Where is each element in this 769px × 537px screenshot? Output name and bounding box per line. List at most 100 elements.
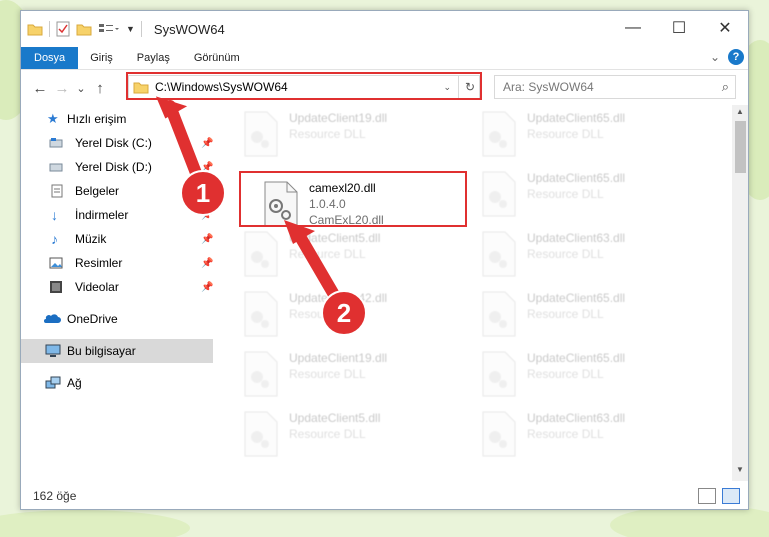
dll-file-icon	[244, 111, 278, 157]
sidebar-item-music[interactable]: ♪ Müzik 📌	[21, 227, 213, 251]
list-item[interactable]: UpdateClient63.dll Resource DLL	[479, 227, 699, 283]
file-name: UpdateClient63.dll	[527, 411, 626, 425]
network-icon	[45, 376, 61, 389]
title-bar: ▼ SysWOW64 — ☐ ✕	[21, 11, 748, 47]
pin-icon: 📌	[201, 185, 214, 197]
dll-file-icon	[482, 111, 516, 157]
drive-icon	[49, 138, 63, 148]
tab-view[interactable]: Görünüm	[182, 47, 252, 69]
star-icon: ★	[47, 111, 59, 126]
file-list: UpdateClient19.dll Resource DLL UpdateCl…	[221, 105, 731, 481]
file-name: UpdateClient5.dll	[289, 231, 381, 245]
customize-toolbar-icon[interactable]: ▼	[126, 24, 135, 34]
list-item[interactable]: UpdateClient5.dll Resource DLL	[241, 407, 461, 463]
list-item[interactable]: UpdateClient5.dll Resource DLL	[241, 227, 461, 283]
sidebar-item-label: Ağ	[67, 376, 82, 390]
details-view-icon[interactable]	[698, 488, 716, 504]
dll-file-icon	[482, 231, 516, 277]
scroll-down-icon[interactable]: ▼	[732, 465, 748, 479]
list-item[interactable]: UpdateClient19.dll Resource DLL	[241, 347, 461, 403]
up-button[interactable]: ↑	[89, 80, 111, 97]
scroll-up-icon[interactable]: ▲	[732, 107, 748, 121]
downloads-icon: ↓	[51, 207, 58, 223]
quick-access-toolbar: ▼	[21, 21, 142, 37]
close-button[interactable]: ✕	[702, 11, 748, 45]
sidebar-item-documents[interactable]: Belgeler 📌	[21, 179, 213, 203]
onedrive-icon	[44, 314, 61, 323]
sidebar-item-label: Belgeler	[75, 184, 120, 198]
recent-locations-button[interactable]: ⌄	[73, 82, 89, 95]
properties-icon[interactable]	[56, 21, 70, 37]
address-highlight-box	[126, 72, 482, 100]
sidebar-item-videos[interactable]: Videolar 📌	[21, 275, 213, 299]
list-item[interactable]: UpdateClient65.dll Resource DLL	[479, 167, 699, 223]
folder-icon[interactable]	[27, 22, 43, 36]
sidebar-item-label: Bu bilgisayar	[67, 344, 136, 358]
window-controls: — ☐ ✕	[610, 11, 748, 45]
file-type: Resource DLL	[527, 307, 604, 321]
sidebar-item-label: Yerel Disk (C:)	[75, 136, 152, 150]
address-row: ← → ⌄ ↑ C:\Windows\SysWOW64 ⌄ ↻ Ara: Sys…	[21, 70, 748, 106]
pin-icon: 📌	[201, 209, 214, 221]
dll-file-icon	[244, 411, 278, 457]
dll-file-icon	[482, 351, 516, 397]
file-type: Resource DLL	[527, 187, 604, 201]
tab-home[interactable]: Giriş	[78, 47, 125, 69]
tab-share[interactable]: Paylaş	[125, 47, 182, 69]
list-item[interactable]: UpdateClient42.dll Resource DLL	[241, 287, 461, 343]
list-item[interactable]: UpdateClient19.dll Resource DLL	[241, 107, 461, 163]
window-title: SysWOW64	[153, 21, 225, 37]
dll-file-icon	[244, 231, 278, 277]
sidebar-item-quick-access[interactable]: ★ Hızlı erişim	[21, 107, 213, 131]
file-type: Resource DLL	[289, 127, 366, 141]
dll-file-icon	[244, 291, 278, 337]
file-name: UpdateClient19.dll	[289, 351, 388, 365]
dll-file-icon	[482, 171, 516, 217]
vertical-scrollbar[interactable]: ▲ ▼	[732, 105, 748, 481]
maximize-button[interactable]: ☐	[656, 11, 702, 45]
sidebar-item-downloads[interactable]: ↓ İndirmeler 📌	[21, 203, 213, 227]
pin-icon: 📌	[201, 137, 214, 149]
file-name: UpdateClient19.dll	[289, 111, 388, 125]
file-name: UpdateClient63.dll	[527, 231, 626, 245]
search-input[interactable]: Ara: SysWOW64 ⌕	[494, 75, 736, 99]
minimize-button[interactable]: —	[610, 11, 656, 45]
toolbar-divider	[140, 21, 142, 37]
scrollbar-thumb[interactable]	[735, 121, 746, 173]
forward-button[interactable]: →	[51, 80, 73, 97]
sidebar-item-drive-c[interactable]: Yerel Disk (C:) 📌	[21, 131, 213, 155]
status-bar: 162 öğe	[21, 483, 748, 509]
expand-ribbon-icon[interactable]: ⌄	[710, 50, 720, 64]
sidebar-item-label: Videolar	[75, 280, 119, 294]
sidebar-item-network[interactable]: Ağ	[21, 371, 213, 395]
pin-icon: 📌	[201, 281, 214, 293]
navigation-pane: ★ Hızlı erişim Yerel Disk (C:) 📌 Yerel D…	[21, 105, 213, 481]
videos-icon	[50, 281, 62, 293]
sidebar-item-pictures[interactable]: Resimler 📌	[21, 251, 213, 275]
file-type: Resource DLL	[289, 367, 366, 381]
list-item[interactable]: UpdateClient65.dll Resource DLL	[479, 107, 699, 163]
file-name: UpdateClient65.dll	[527, 171, 626, 185]
list-item[interactable]: UpdateClient63.dll Resource DLL	[479, 407, 699, 463]
file-name: UpdateClient65.dll	[527, 111, 626, 125]
file-type: Resource DLL	[527, 427, 604, 441]
file-type: Resource DLL	[289, 247, 366, 261]
computer-icon	[45, 344, 61, 357]
music-icon: ♪	[51, 231, 58, 247]
sidebar-item-this-pc[interactable]: Bu bilgisayar	[21, 339, 213, 363]
sidebar-item-onedrive[interactable]: OneDrive	[21, 307, 213, 331]
large-icons-view-icon[interactable]	[722, 488, 740, 504]
tab-file[interactable]: Dosya	[21, 47, 79, 69]
file-type: Resource DLL	[289, 307, 366, 321]
sidebar-item-drive-d[interactable]: Yerel Disk (D:) 📌	[21, 155, 213, 179]
pin-icon: 📌	[201, 233, 214, 245]
list-item[interactable]: UpdateClient65.dll Resource DLL	[479, 347, 699, 403]
sidebar-item-label: Yerel Disk (D:)	[75, 160, 152, 174]
back-button[interactable]: ←	[29, 80, 51, 97]
list-item[interactable]: UpdateClient65.dll Resource DLL	[479, 287, 699, 343]
explorer-window: ▼ SysWOW64 — ☐ ✕ Dosya Giriş Paylaş Görü…	[20, 10, 749, 510]
file-name: UpdateClient42.dll	[289, 291, 388, 305]
help-icon[interactable]: ?	[728, 49, 744, 65]
new-folder-icon[interactable]	[76, 22, 92, 36]
view-options-icon[interactable]	[98, 22, 120, 36]
